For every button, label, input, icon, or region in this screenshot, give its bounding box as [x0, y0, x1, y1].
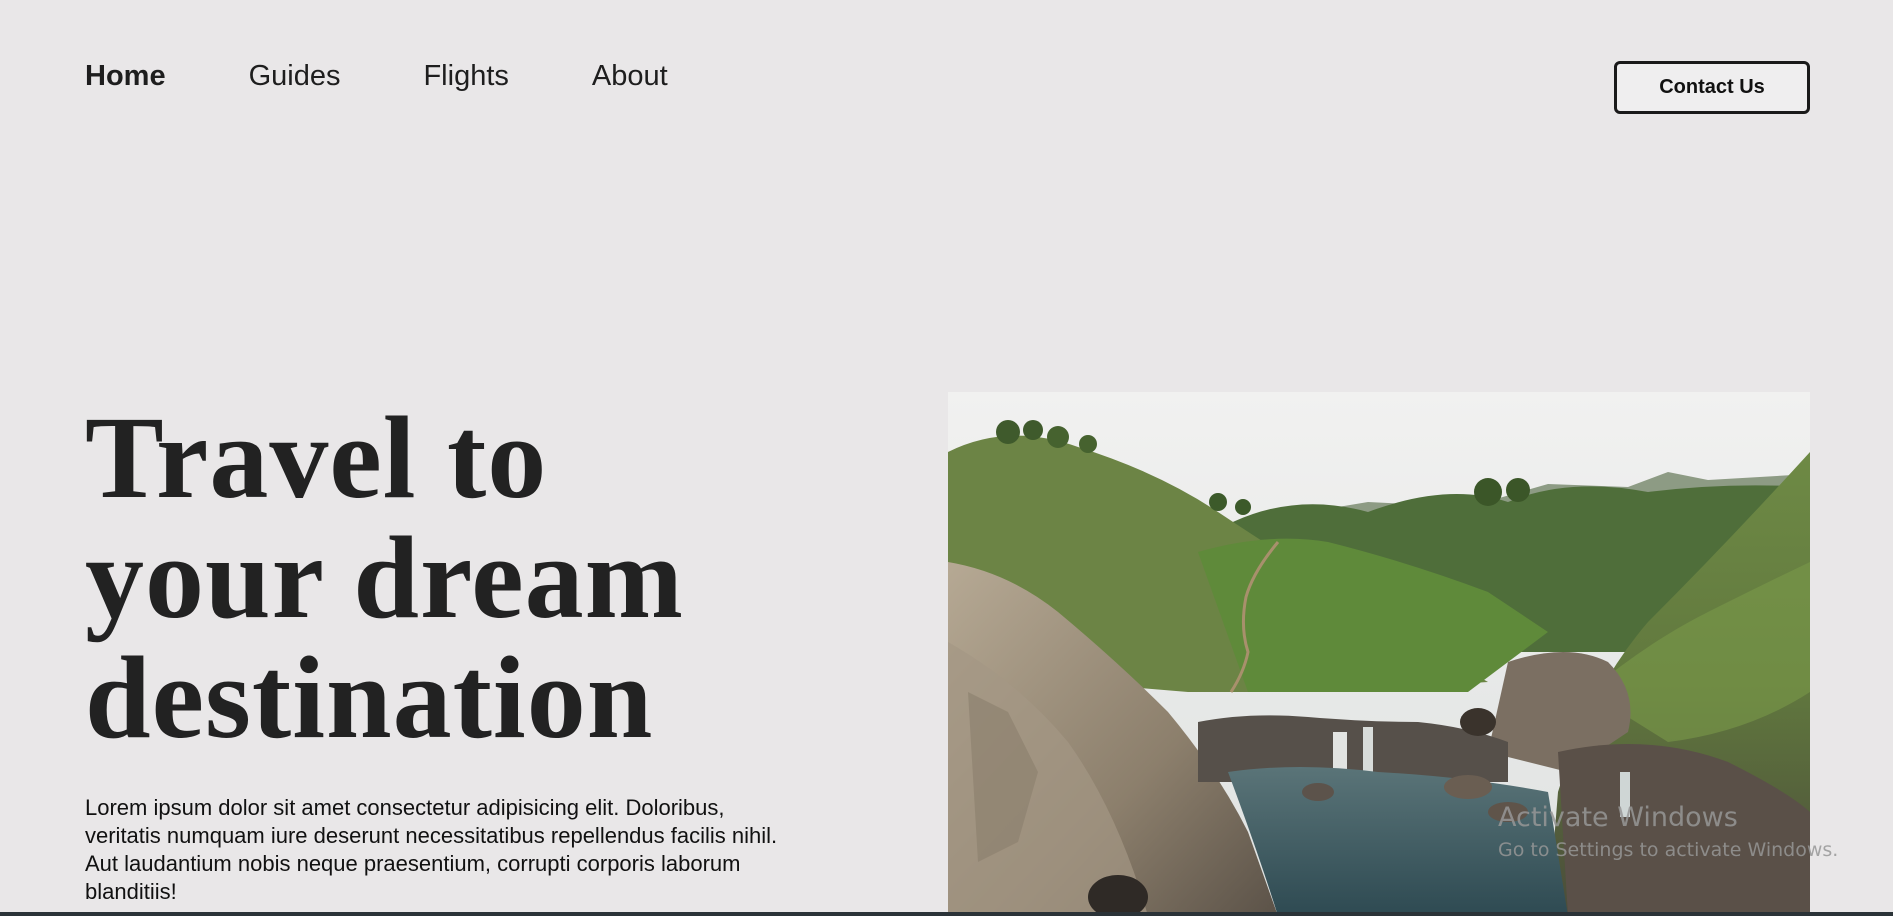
nav-flights-link[interactable]: Flights	[423, 56, 508, 96]
nav-home-link[interactable]: Home	[85, 56, 166, 96]
nav-guides-link[interactable]: Guides	[249, 56, 341, 96]
headline-line-2: your dream	[85, 512, 684, 643]
taskbar-edge	[0, 912, 1893, 916]
headline-line-3: destination	[85, 632, 654, 763]
hero-headline: Travel to your dream destination	[85, 398, 805, 758]
headline-line-1: Travel to	[85, 392, 548, 523]
watermark-title: Activate Windows	[1498, 802, 1738, 833]
main-nav: Home Guides Flights About	[85, 56, 751, 96]
watermark-subtitle: Go to Settings to activate Windows.	[1498, 839, 1839, 861]
hero-description: Lorem ipsum dolor sit amet consectetur a…	[85, 795, 778, 904]
nav-about-link[interactable]: About	[592, 56, 668, 96]
activate-windows-watermark: Activate Windows Go to Settings to activ…	[1498, 800, 1838, 864]
contact-us-button[interactable]: Contact Us	[1614, 61, 1810, 114]
